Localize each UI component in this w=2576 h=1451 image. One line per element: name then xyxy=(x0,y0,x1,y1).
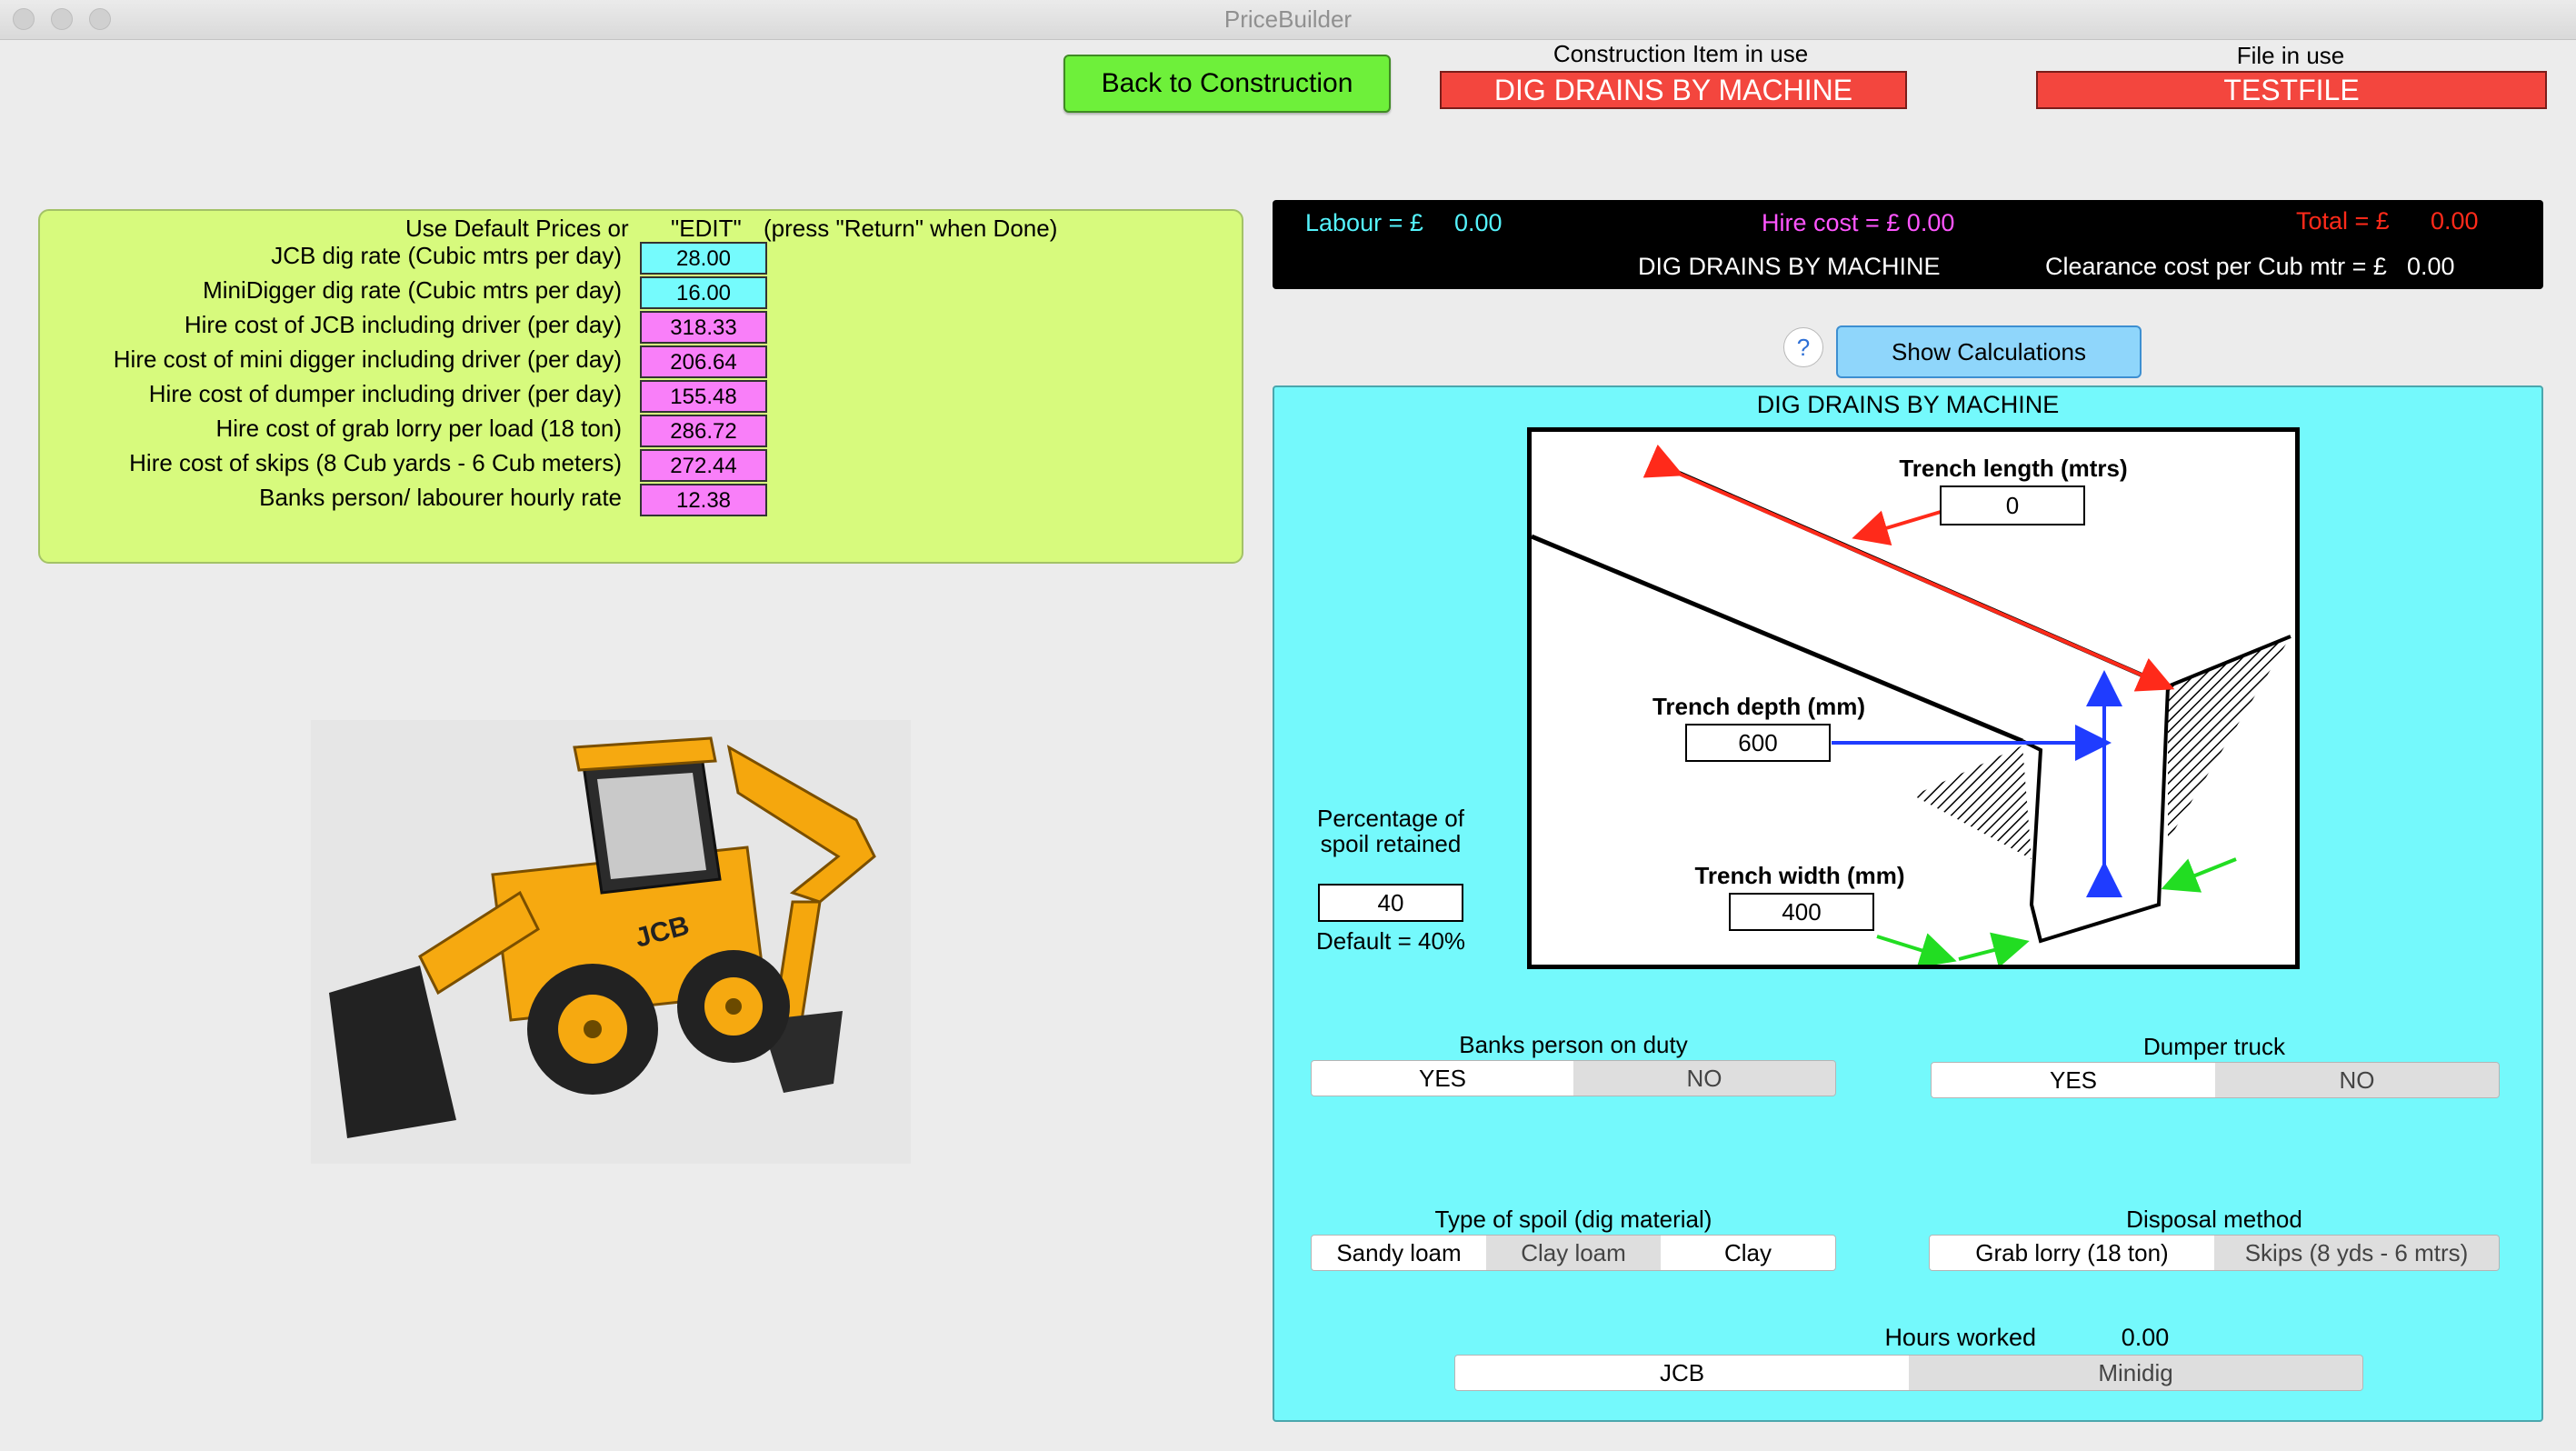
spoil-clay-option[interactable]: Clay xyxy=(1661,1236,1835,1270)
dumper-truck-label: Dumper truck xyxy=(2142,1033,2286,1060)
prices-heading-hint: (press "Return" when Done) xyxy=(764,215,1058,242)
spoil-type-selector: Sandy loam Clay loam Clay xyxy=(1311,1235,1836,1271)
price-input-dumper-hire[interactable]: 155.48 xyxy=(640,380,767,413)
calc-panel-title: DIG DRAINS BY MACHINE xyxy=(1756,391,2060,418)
price-input-mini-digger-hire[interactable]: 206.64 xyxy=(640,345,767,378)
spoil-retained-input[interactable]: 40 xyxy=(1318,884,1463,922)
hours-worked-value: 0.00 xyxy=(2121,1324,2170,1351)
spoil-retained-label: Percentage of spoil retained xyxy=(1317,805,1464,857)
labour-label: Labour = £ xyxy=(1305,209,1423,236)
machine-minidig-option[interactable]: Minidig xyxy=(1909,1356,2362,1390)
price-label-jcb-hire: Hire cost of JCB including driver (per d… xyxy=(184,311,622,338)
file-in-use-value: TESTFILE xyxy=(2036,71,2547,109)
prices-heading-edit: "EDIT" xyxy=(671,215,742,242)
hire-cost-label: Hire cost = £ 0.00 xyxy=(1762,209,1955,236)
price-input-banks-person[interactable]: 12.38 xyxy=(640,484,767,516)
price-label-skips: Hire cost of skips (8 Cub yards - 6 Cub … xyxy=(129,449,622,476)
banks-person-toggle: YES NO xyxy=(1311,1060,1836,1096)
price-label-mini-digger-hire: Hire cost of mini digger including drive… xyxy=(113,345,622,373)
total-value: 0.00 xyxy=(2431,207,2479,235)
disposal-method-label: Disposal method xyxy=(2126,1206,2302,1233)
clearance-cost-value: 0.00 xyxy=(2407,253,2455,280)
trench-depth-input[interactable]: 600 xyxy=(1685,724,1831,762)
cost-summary-bar: Labour = £ 0.00 Hire cost = £ 0.00 Total… xyxy=(1273,200,2543,289)
window-title: PriceBuilder xyxy=(1223,5,1353,33)
labour-value: 0.00 xyxy=(1454,209,1503,236)
price-label-dumper-hire: Hire cost of dumper including driver (pe… xyxy=(148,380,622,407)
price-input-grab-lorry[interactable]: 286.72 xyxy=(640,415,767,447)
dumper-truck-toggle: YES NO xyxy=(1931,1062,2500,1098)
jcb-digger-image: JCB xyxy=(311,720,911,1164)
trench-length-input[interactable]: 0 xyxy=(1940,485,2085,525)
price-labels: JCB dig rate (Cubic mtrs per day) MiniDi… xyxy=(0,242,622,524)
price-input-jcb-dig-rate[interactable]: 28.00 xyxy=(640,242,767,275)
banks-yes-option[interactable]: YES xyxy=(1312,1061,1573,1096)
spoil-default-note: Default = 40% xyxy=(1315,927,1466,955)
disposal-skips-option[interactable]: Skips (8 yds - 6 mtrs) xyxy=(2214,1236,2499,1270)
disposal-grab-lorry-option[interactable]: Grab lorry (18 ton) xyxy=(1930,1236,2214,1270)
price-input-jcb-hire[interactable]: 318.33 xyxy=(640,311,767,344)
price-input-skips[interactable]: 272.44 xyxy=(640,449,767,482)
machine-jcb-option[interactable]: JCB xyxy=(1455,1356,1909,1390)
trench-length-label: Trench length (mtrs) xyxy=(1899,455,2128,482)
construction-item-value: DIG DRAINS BY MACHINE xyxy=(1440,71,1907,109)
hours-worked-label: Hours worked xyxy=(1884,1324,2036,1351)
construction-item-label: Construction Item in use xyxy=(1553,40,1809,67)
trench-depth-label: Trench depth (mm) xyxy=(1652,693,1865,720)
prices-heading-default: Use Default Prices or xyxy=(405,215,629,242)
price-label-jcb-dig-rate: JCB dig rate (Cubic mtrs per day) xyxy=(271,242,622,269)
price-label-banks-person: Banks person/ labourer hourly rate xyxy=(259,484,622,511)
summary-item-name: DIG DRAINS BY MACHINE xyxy=(1638,253,1941,280)
help-icon[interactable]: ? xyxy=(1783,327,1823,367)
price-input-minidigger-dig-rate[interactable]: 16.00 xyxy=(640,276,767,309)
file-in-use-label: File in use xyxy=(2236,42,2345,69)
disposal-method-selector: Grab lorry (18 ton) Skips (8 yds - 6 mtr… xyxy=(1929,1235,2500,1271)
back-to-construction-button[interactable]: Back to Construction xyxy=(1063,55,1391,113)
spoil-type-label: Type of spoil (dig material) xyxy=(1434,1206,1712,1233)
dumper-no-option[interactable]: NO xyxy=(2215,1063,2499,1097)
banks-person-label: Banks person on duty xyxy=(1459,1031,1688,1058)
total-label: Total = £ xyxy=(2296,207,2390,235)
price-label-minidigger-dig-rate: MiniDigger dig rate (Cubic mtrs per day) xyxy=(203,276,622,304)
machine-selector: JCB Minidig xyxy=(1454,1355,2363,1391)
spoil-clay-loam-option[interactable]: Clay loam xyxy=(1486,1236,1661,1270)
clearance-cost-label: Clearance cost per Cub mtr = £ xyxy=(2045,253,2387,280)
dumper-yes-option[interactable]: YES xyxy=(1932,1063,2215,1097)
spoil-sandy-loam-option[interactable]: Sandy loam xyxy=(1312,1236,1486,1270)
show-calculations-button[interactable]: Show Calculations xyxy=(1836,325,2142,378)
trench-width-input[interactable]: 400 xyxy=(1729,893,1874,931)
price-label-grab-lorry: Hire cost of grab lorry per load (18 ton… xyxy=(215,415,622,442)
banks-no-option[interactable]: NO xyxy=(1573,1061,1835,1096)
trench-width-label: Trench width (mm) xyxy=(1694,862,1905,889)
